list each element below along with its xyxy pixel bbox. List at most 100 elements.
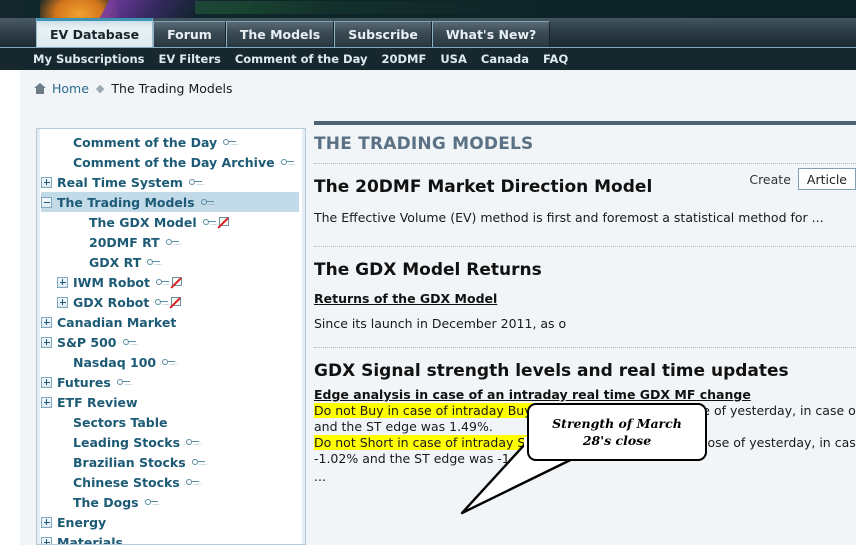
key-icon	[188, 178, 202, 187]
sidebar-item-label: The Trading Models	[57, 194, 195, 210]
book-restricted-icon	[170, 296, 183, 308]
sidebar-item-label: ETF Review	[57, 394, 138, 410]
breadcrumb-current: The Trading Models	[111, 81, 233, 96]
page-title: THE TRADING MODELS	[314, 134, 534, 154]
breadcrumb-home-link[interactable]: Home	[52, 81, 89, 96]
sidebar-item-label: GDX Robot	[73, 294, 150, 310]
sidebar-item-brazilian-stocks[interactable]: Brazilian Stocks	[41, 452, 299, 472]
sidebar-item-label: Leading Stocks	[73, 434, 181, 450]
subnav-item-my-subscriptions[interactable]: My Subscriptions	[33, 52, 145, 66]
sidebar-item-the-gdx-model[interactable]: The GDX Model	[41, 212, 299, 232]
key-icon	[280, 158, 294, 167]
key-icon	[116, 378, 130, 387]
sidebar-item-label: GDX RT	[89, 254, 142, 270]
key-icon	[122, 338, 136, 347]
subnav-item-ev-filters[interactable]: EV Filters	[159, 52, 221, 66]
expand-plus-icon[interactable]	[41, 376, 52, 388]
expand-plus-icon[interactable]	[41, 336, 52, 348]
edge-line-buy-cont: and the ST edge was 1.49%.	[314, 419, 493, 434]
subnav-item-20dmf[interactable]: 20DMF	[381, 52, 426, 66]
expand-plus-icon[interactable]	[57, 296, 68, 308]
sidebar-item-comment-of-the-day[interactable]: Comment of the Day	[41, 132, 299, 152]
expand-plus-icon[interactable]	[57, 276, 68, 288]
tab-what-s-new[interactable]: What's New?	[431, 21, 551, 47]
sidebar-item-iwm-robot[interactable]: IWM Robot	[41, 272, 299, 292]
breadcrumb-separator-icon: ◆	[95, 82, 105, 95]
subnav-item-faq[interactable]: FAQ	[543, 52, 568, 66]
book-restricted-icon	[171, 276, 184, 288]
subnav-item-canada[interactable]: Canada	[481, 52, 529, 66]
sidebar-item-label: Materials	[57, 534, 123, 545]
edge-line-short-cont: -1.02% and the ST edge was -1.82%.	[314, 451, 546, 466]
key-icon	[223, 138, 237, 147]
sidebar-item-label: 20DMF RT	[89, 234, 160, 250]
sidebar-item-materials[interactable]: Materials	[41, 532, 299, 545]
sidebar-item-label: S&P 500	[57, 334, 117, 350]
sidebar-item-canadian-market[interactable]: Canadian Market	[41, 312, 299, 332]
collapse-minus-icon[interactable]	[41, 196, 52, 208]
subnav-item-usa[interactable]: USA	[440, 52, 467, 66]
main-content: THE TRADING MODELS The 20DMF Market Dire…	[314, 121, 856, 545]
sidebar-item-futures[interactable]: Futures	[41, 372, 299, 392]
heading-gdx-model-returns: The GDX Model Returns	[314, 260, 542, 280]
key-icon	[202, 218, 216, 227]
expand-plus-icon[interactable]	[41, 316, 52, 328]
primary-tab-bar: EV Database Forum The Models Subscribe What'…	[0, 18, 856, 48]
highlight-do-not-short: Do not Short in case of intraday Short s…	[314, 435, 596, 450]
sidebar-item-label: The Dogs	[73, 494, 139, 510]
sidebar-item-s-p-500[interactable]: S&P 500	[41, 332, 299, 352]
heading-edge-analysis: Edge analysis in case of an intraday rea…	[314, 387, 751, 402]
sidebar-item-20dmf-rt[interactable]: 20DMF RT	[41, 232, 299, 252]
subnav-item-comment-of-the-day[interactable]: Comment of the Day	[235, 52, 368, 66]
key-icon	[165, 238, 179, 247]
edge-line-short-rest: because at the close of yesterday, in ca…	[599, 435, 856, 450]
banner-green-glow	[195, 1, 525, 14]
sidebar-item-gdx-robot[interactable]: GDX Robot	[41, 292, 299, 312]
sidebar-item-the-dogs[interactable]: The Dogs	[41, 492, 299, 512]
sidebar-item-label: Futures	[57, 374, 111, 390]
tab-ev-database[interactable]: EV Database	[36, 18, 154, 47]
sidebar-item-label: Sectors Table	[73, 414, 168, 430]
sidebar-item-label: Chinese Stocks	[73, 474, 180, 490]
content-ellipsis: ...	[314, 469, 326, 484]
expand-plus-icon[interactable]	[41, 516, 52, 528]
tab-subscribe[interactable]: Subscribe	[334, 21, 432, 47]
key-icon	[162, 358, 176, 367]
divider-3	[314, 347, 856, 348]
tab-list: EV Database Forum The Models Subscribe What'…	[36, 18, 551, 47]
tab-forum[interactable]: Forum	[153, 21, 226, 47]
tab-bar-lead	[0, 18, 36, 47]
key-icon	[191, 458, 205, 467]
sidebar-item-etf-review[interactable]: ETF Review	[41, 392, 299, 412]
key-icon	[155, 278, 169, 287]
sidebar-item-real-time-system[interactable]: Real Time System	[41, 172, 299, 192]
sidebar-item-energy[interactable]: Energy	[41, 512, 299, 532]
key-icon	[147, 258, 161, 267]
link-returns-of-gdx-model[interactable]: Returns of the GDX Model	[314, 291, 497, 306]
sidebar-item-the-trading-models[interactable]: The Trading Models	[41, 192, 299, 212]
divider-2	[314, 246, 856, 247]
key-icon	[186, 438, 200, 447]
content-top-bar	[314, 121, 856, 125]
secondary-nav-bar: My Subscriptions EV Filters Comment of the…	[0, 48, 856, 70]
sidebar-tree-panel: Comment of the Day Comment of the Day Arc…	[36, 128, 306, 545]
key-icon	[185, 478, 199, 487]
sidebar-item-chinese-stocks[interactable]: Chinese Stocks	[41, 472, 299, 492]
expand-plus-icon[interactable]	[41, 396, 52, 408]
sidebar-item-label: Energy	[57, 514, 107, 530]
sidebar-item-leading-stocks[interactable]: Leading Stocks	[41, 432, 299, 452]
sidebar-item-comment-of-the-day-archive[interactable]: Comment of the Day Archive	[41, 152, 299, 172]
tab-the-models[interactable]: The Models	[225, 21, 335, 47]
expand-plus-icon[interactable]	[41, 536, 52, 544]
sidebar-item-sectors-table[interactable]: Sectors Table	[41, 412, 299, 432]
highlight-do-not-buy: Do not Buy in case of intraday Buy signa…	[314, 403, 577, 418]
page-body: Home ◆ The Trading Models Create Article…	[0, 70, 856, 545]
expand-plus-icon[interactable]	[41, 176, 52, 188]
edge-line-buy-rest: because at the close of yesterday, in ca…	[580, 403, 856, 418]
sidebar-item-gdx-rt[interactable]: GDX RT	[41, 252, 299, 272]
heading-20dmf-model: The 20DMF Market Direction Model	[314, 177, 653, 197]
sidebar-item-nasdaq-100[interactable]: Nasdaq 100	[41, 352, 299, 372]
edge-line-buy: Do not Buy in case of intraday Buy signa…	[314, 403, 856, 418]
edge-line-short: Do not Short in case of intraday Short s…	[314, 435, 856, 450]
key-icon	[200, 198, 214, 207]
